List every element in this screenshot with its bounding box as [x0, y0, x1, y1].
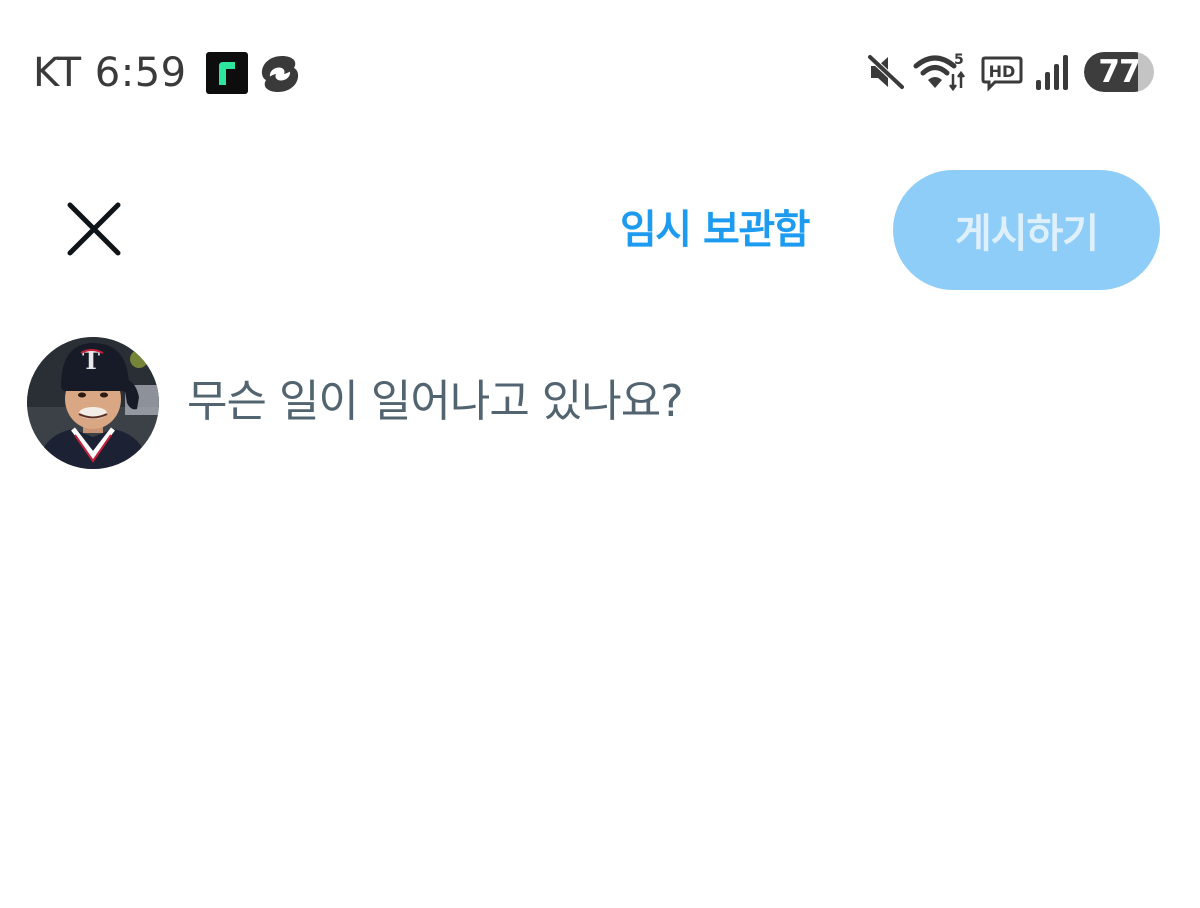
carrier-time: KT 6:59	[33, 50, 187, 96]
close-icon	[67, 202, 121, 260]
svg-text:HD: HD	[989, 62, 1016, 81]
drafts-link[interactable]: 임시 보관함	[620, 202, 810, 258]
signal-icon	[1034, 52, 1072, 92]
status-bar: KT 6:59 5 HD 77	[0, 0, 1200, 140]
avatar[interactable]: T	[27, 337, 159, 469]
battery-icon: 77	[1084, 52, 1154, 92]
post-button[interactable]: 게시하기	[893, 170, 1160, 290]
compose-input[interactable]	[187, 368, 1147, 434]
battery-level: 77	[1098, 54, 1140, 90]
svg-text:5: 5	[954, 52, 964, 68]
close-button[interactable]	[60, 197, 128, 265]
mute-icon	[866, 52, 906, 92]
r-app-icon	[206, 52, 248, 94]
threads-app-icon	[258, 54, 302, 94]
hd-icon: HD	[981, 52, 1023, 92]
wifi-icon: 5	[913, 52, 969, 94]
